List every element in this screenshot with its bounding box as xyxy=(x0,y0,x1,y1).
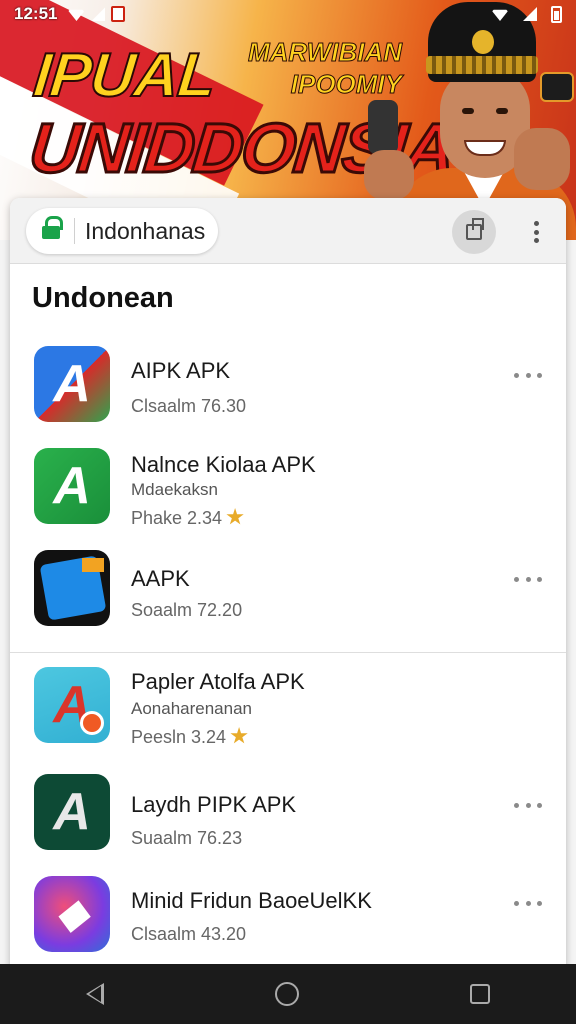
app-name[interactable]: AIPK APK xyxy=(131,358,230,384)
more-options-button[interactable] xyxy=(514,800,542,810)
tag-icon xyxy=(82,558,104,572)
address-divider xyxy=(74,218,75,244)
app-name[interactable]: Nalnce Kiolaa APK xyxy=(131,452,316,478)
more-dot xyxy=(525,802,531,808)
app-name[interactable]: Papler Atolfa APK xyxy=(131,669,305,695)
app-icon[interactable]: ◆ xyxy=(34,876,110,952)
list-item[interactable]: A AIPK APK Clsaalm 76.30 xyxy=(10,336,566,440)
banner-headline-top: IPUAL xyxy=(29,40,219,111)
app-name[interactable]: Laydh PIPK APK xyxy=(131,792,296,818)
eye-shape xyxy=(462,108,474,114)
more-dot xyxy=(537,802,542,808)
list-item[interactable]: A Papler Atolfa APK Aonaharenanan Peesln… xyxy=(10,652,566,764)
kebab-menu-icon xyxy=(533,221,539,226)
app-meta: Clsaalm 76.30 xyxy=(131,396,247,416)
app-meta: Clsaalm 43.20 xyxy=(131,924,247,944)
recent-apps-icon[interactable] xyxy=(470,984,491,1004)
app-name[interactable]: Minid Fridun BaoeUelKK xyxy=(131,888,372,914)
app-icon[interactable] xyxy=(34,550,110,626)
status-bar: 12:51 xyxy=(0,0,576,28)
tabs-button[interactable] xyxy=(452,210,496,254)
star-icon xyxy=(230,727,248,744)
polygon-logo-icon: ◆ xyxy=(56,892,88,936)
fist-shape xyxy=(364,150,414,200)
eye-shape xyxy=(496,108,508,114)
list-item[interactable]: A Laydh PIPK APK Suaalm 76.23 xyxy=(10,764,566,870)
more-dot xyxy=(537,372,542,378)
signal-icon xyxy=(91,7,106,21)
more-dot xyxy=(525,576,531,582)
banner-small-line-1: MARWIBIAN xyxy=(247,37,402,68)
more-dot xyxy=(525,900,531,906)
address-text: Indonhanas xyxy=(85,217,206,244)
page-title: Undonean xyxy=(32,282,174,314)
list-item[interactable]: A Nalnce Kiolaa APK Mdaekaksn Phake 2.34 xyxy=(10,440,566,548)
app-meta: Phake 2.34 xyxy=(131,508,244,529)
app-meta: Peesln 3.24 xyxy=(131,727,248,748)
app-name[interactable]: AAPK xyxy=(131,566,190,592)
more-options-button[interactable] xyxy=(514,898,542,908)
app-developer: Mdaekaksn xyxy=(131,480,218,499)
badge-dot-icon xyxy=(80,711,104,735)
browser-card: Indonhanas Undonean A AIPK APK Clsaalm 7… xyxy=(10,198,566,978)
app-icon[interactable]: A xyxy=(34,774,110,850)
letter-a-icon: A xyxy=(53,355,91,413)
letter-a-icon: A xyxy=(53,783,91,841)
banner-small-line-2: IPOOMIY xyxy=(290,69,402,100)
more-dot xyxy=(537,900,542,906)
back-icon[interactable] xyxy=(85,983,104,1005)
list-item[interactable]: AAPK Soaalm 72.20 xyxy=(10,548,566,652)
more-dot xyxy=(514,900,519,906)
tabs-icon xyxy=(466,218,484,240)
more-dot xyxy=(537,576,542,582)
cap-band-shape xyxy=(426,56,538,74)
more-dot xyxy=(525,372,531,378)
wifi-icon xyxy=(491,9,509,21)
more-dot xyxy=(514,576,519,582)
letter-a-icon: A xyxy=(53,457,91,515)
star-icon xyxy=(226,508,244,525)
address-bar[interactable]: Indonhanas xyxy=(26,208,218,254)
browser-toolbar: Indonhanas xyxy=(10,198,566,264)
notification-icon xyxy=(111,6,126,22)
more-dot xyxy=(514,802,519,808)
wifi-icon xyxy=(67,9,86,21)
menu-button[interactable] xyxy=(526,218,546,246)
banner-headline-small: MARWIBIAN IPOOMIY xyxy=(232,36,402,100)
list-item[interactable]: ◆ Minid Fridun BaoeUelKK Clsaalm 43.20 xyxy=(10,870,566,970)
app-icon[interactable]: A xyxy=(34,448,110,524)
more-options-button[interactable] xyxy=(514,370,542,380)
lock-icon xyxy=(42,216,63,239)
app-icon[interactable]: A xyxy=(34,346,110,422)
fist-shape xyxy=(514,128,570,190)
system-navigation-bar xyxy=(0,964,576,1024)
battery-icon xyxy=(551,5,562,23)
app-developer: Aonaharenanan xyxy=(131,699,253,718)
home-icon[interactable] xyxy=(274,982,299,1006)
app-meta: Soaalm 72.20 xyxy=(131,600,243,620)
app-meta: Suaalm 76.23 xyxy=(131,828,243,848)
app-list: A AIPK APK Clsaalm 76.30 A Nalnce Kiolaa… xyxy=(10,336,566,970)
kebab-dot xyxy=(533,229,539,235)
garuda-emblem-icon xyxy=(472,30,494,54)
signal-icon xyxy=(523,7,537,21)
app-icon[interactable]: A xyxy=(34,667,110,743)
badge-icon xyxy=(540,72,574,102)
app-meta-text: Phake 2.34 xyxy=(131,508,223,528)
status-time: 12:51 xyxy=(14,4,58,23)
kebab-dot xyxy=(533,238,539,243)
more-options-button[interactable] xyxy=(514,574,542,584)
more-dot xyxy=(514,372,519,378)
app-meta-text: Peesln 3.24 xyxy=(131,727,227,747)
